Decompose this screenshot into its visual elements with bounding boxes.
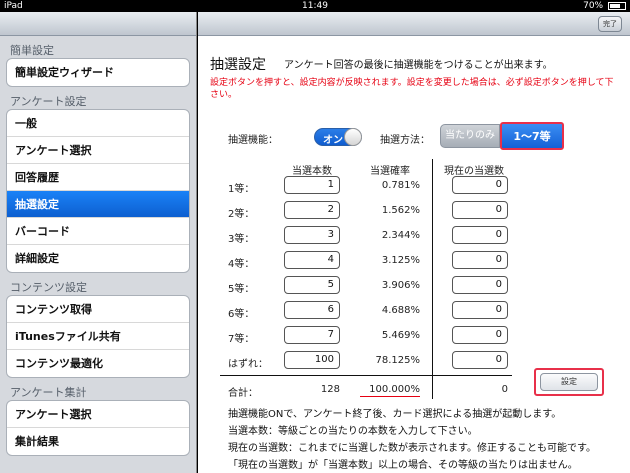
prize-rank-label: 1等：	[228, 184, 255, 195]
status-time: 11:49	[302, 1, 328, 11]
prize-count-input[interactable]: 4	[284, 251, 340, 269]
prize-rank-label: 6等：	[228, 309, 255, 320]
sidebar-group: 簡単設定ウィザード	[6, 58, 190, 87]
prize-count-input[interactable]: 100	[284, 351, 340, 369]
note-line: 抽選機能ONで、アンケート終了後、カード選択による抽選が起動します。	[228, 409, 562, 420]
sidebar-section-title: コンテンツ設定	[10, 281, 87, 294]
prize-probability: 3.125%	[381, 255, 420, 266]
prize-rank-label: 4等：	[228, 259, 255, 270]
lottery-toggle[interactable]: オン	[314, 128, 362, 146]
total-label: 合計：	[228, 388, 258, 399]
lottery-function-label: 抽選機能：	[228, 135, 278, 146]
prize-rank-label: 7等：	[228, 334, 255, 345]
total-probability: 100.000%	[369, 384, 420, 395]
nav-bar: 完了	[198, 12, 630, 36]
done-button[interactable]: 完了	[598, 16, 622, 32]
toggle-text: オン	[323, 135, 343, 146]
sidebar: 簡単設定 簡単設定ウィザード アンケート設定 一般 アンケート選択 回答履歴 抽…	[0, 12, 197, 473]
total-current: 0	[501, 384, 508, 395]
prize-probability: 3.906%	[381, 280, 420, 291]
header-current: 現在の当選数	[444, 166, 504, 177]
set-button[interactable]: 設定	[534, 368, 604, 396]
prize-count-input[interactable]: 5	[284, 276, 340, 294]
sidebar-group: コンテンツ取得 iTunesファイル共有 コンテンツ最適化	[6, 295, 190, 378]
sidebar-item-content-optimize[interactable]: コンテンツ最適化	[7, 350, 189, 377]
set-button-label: 設定	[540, 373, 598, 391]
sidebar-item-advanced[interactable]: 詳細設定	[7, 245, 189, 272]
sidebar-group: アンケート選択 集計結果	[6, 400, 190, 456]
header-count: 当選本数	[292, 166, 332, 177]
sidebar-item-general[interactable]: 一般	[7, 110, 189, 137]
prize-probability: 78.125%	[375, 355, 421, 366]
sidebar-item-results[interactable]: 集計結果	[7, 428, 189, 455]
notes: 抽選機能ONで、アンケート終了後、カード選択による抽選が起動します。 当選本数：…	[228, 406, 628, 473]
prize-current-input[interactable]: 0	[452, 201, 508, 219]
prize-current-input[interactable]: 0	[452, 351, 508, 369]
total-underline	[360, 396, 420, 397]
sidebar-group: 一般 アンケート選択 回答履歴 抽選設定 バーコード 詳細設定	[6, 109, 190, 273]
prize-probability: 1.562%	[381, 205, 420, 216]
prize-count-input[interactable]: 7	[284, 326, 340, 344]
note-line: 当選本数：等級ごとの当たりの本数を入力して下さい。	[228, 426, 478, 437]
prize-current-input[interactable]: 0	[452, 226, 508, 244]
sidebar-section-title: 簡単設定	[10, 44, 54, 57]
lottery-method-label: 抽選方法：	[380, 135, 430, 146]
page-title: 抽選設定	[210, 57, 266, 73]
prize-count-input[interactable]: 2	[284, 201, 340, 219]
prize-rank-label: 3等：	[228, 234, 255, 245]
prize-count-input[interactable]: 1	[284, 176, 340, 194]
sidebar-item-wizard[interactable]: 簡単設定ウィザード	[7, 59, 189, 86]
prize-probability: 4.688%	[381, 305, 420, 316]
table-divider-vertical	[432, 159, 433, 399]
sidebar-item-lottery[interactable]: 抽選設定	[7, 191, 189, 218]
method-1-to-7[interactable]: 1〜7等	[500, 122, 564, 150]
prize-current-input[interactable]: 0	[452, 276, 508, 294]
sidebar-item-itunes-share[interactable]: iTunesファイル共有	[7, 323, 189, 350]
prize-current-input[interactable]: 0	[452, 326, 508, 344]
prize-rank-label: はずれ：	[228, 359, 268, 370]
toggle-knob	[344, 128, 362, 146]
table-divider-horizontal	[220, 375, 512, 376]
warning-text: 設定ボタンを押すと、設定内容が反映されます。設定を変更した場合は、必ず設定ボタン…	[210, 78, 614, 100]
sidebar-item-content-fetch[interactable]: コンテンツ取得	[7, 296, 189, 323]
prize-probability: 2.344%	[381, 230, 420, 241]
prize-count-input[interactable]: 6	[284, 301, 340, 319]
prize-probability: 0.781%	[381, 180, 420, 191]
note-line: 「現在の当選数」が「当選本数」以上の場合、その等級の当たりは出ません。	[228, 460, 578, 471]
lottery-method-segmented: 当たりのみ 1〜7等	[440, 122, 564, 150]
prize-current-input[interactable]: 0	[452, 301, 508, 319]
main-panel: 完了 抽選設定 アンケート回答の最後に抽選機能をつけることが出来ます。 設定ボタ…	[198, 12, 630, 473]
method-winners-only[interactable]: 当たりのみ	[440, 124, 500, 148]
sidebar-item-survey-select[interactable]: アンケート選択	[7, 137, 189, 164]
sidebar-item-survey-select-summary[interactable]: アンケート選択	[7, 401, 189, 428]
prize-current-input[interactable]: 0	[452, 251, 508, 269]
battery-status: 70%	[583, 0, 626, 12]
header-probability: 当選確率	[370, 166, 410, 177]
prize-rank-label: 2等：	[228, 209, 255, 220]
prize-probability: 5.469%	[381, 330, 420, 341]
total-count: 128	[320, 384, 340, 395]
status-bar: iPad 11:49 70%	[0, 0, 630, 12]
sidebar-section-title: アンケート集計	[10, 386, 87, 399]
note-line: 現在の当選数：これまでに当選した数が表示されます。修正することも可能です。	[228, 443, 596, 454]
sidebar-section-title: アンケート設定	[10, 95, 87, 108]
battery-percent: 70%	[583, 1, 604, 11]
prize-rank-label: 5等：	[228, 284, 255, 295]
sidebar-item-barcode[interactable]: バーコード	[7, 218, 189, 245]
sidebar-item-history[interactable]: 回答履歴	[7, 164, 189, 191]
sidebar-header	[0, 12, 196, 36]
prize-count-input[interactable]: 3	[284, 226, 340, 244]
page-description: アンケート回答の最後に抽選機能をつけることが出来ます。	[284, 60, 553, 71]
battery-icon	[608, 1, 626, 10]
prize-current-input[interactable]: 0	[452, 176, 508, 194]
